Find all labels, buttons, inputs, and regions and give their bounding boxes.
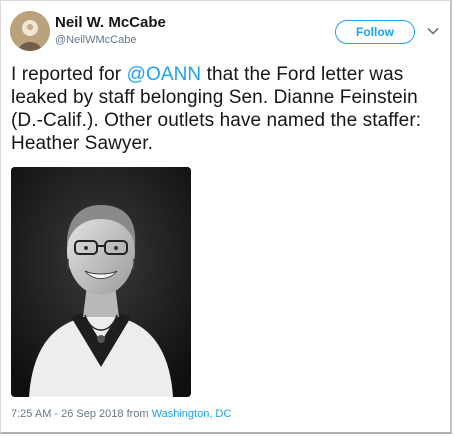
avatar[interactable]	[10, 11, 50, 51]
tweet-text: I reported for @OANN that the Ford lette…	[11, 63, 441, 155]
tweet-meta: 7:25 AM - 26 Sep 2018 from Washington, D…	[11, 408, 231, 420]
follow-button[interactable]: Follow	[335, 20, 415, 44]
tweet-photo[interactable]	[11, 167, 191, 397]
tweet-text-start: I reported for	[11, 64, 127, 85]
author-handle[interactable]: @NeilWMcCabe	[55, 34, 136, 46]
tweet-card: Neil W. McCabe @NeilWMcCabe Follow I rep…	[0, 0, 452, 434]
author-name[interactable]: Neil W. McCabe	[55, 14, 166, 31]
timestamp[interactable]: 7:25 AM - 26 Sep 2018 from	[11, 408, 152, 420]
mention-link[interactable]: @OANN	[127, 64, 202, 85]
chevron-down-icon[interactable]	[426, 24, 440, 38]
location-link[interactable]: Washington, DC	[152, 408, 232, 420]
